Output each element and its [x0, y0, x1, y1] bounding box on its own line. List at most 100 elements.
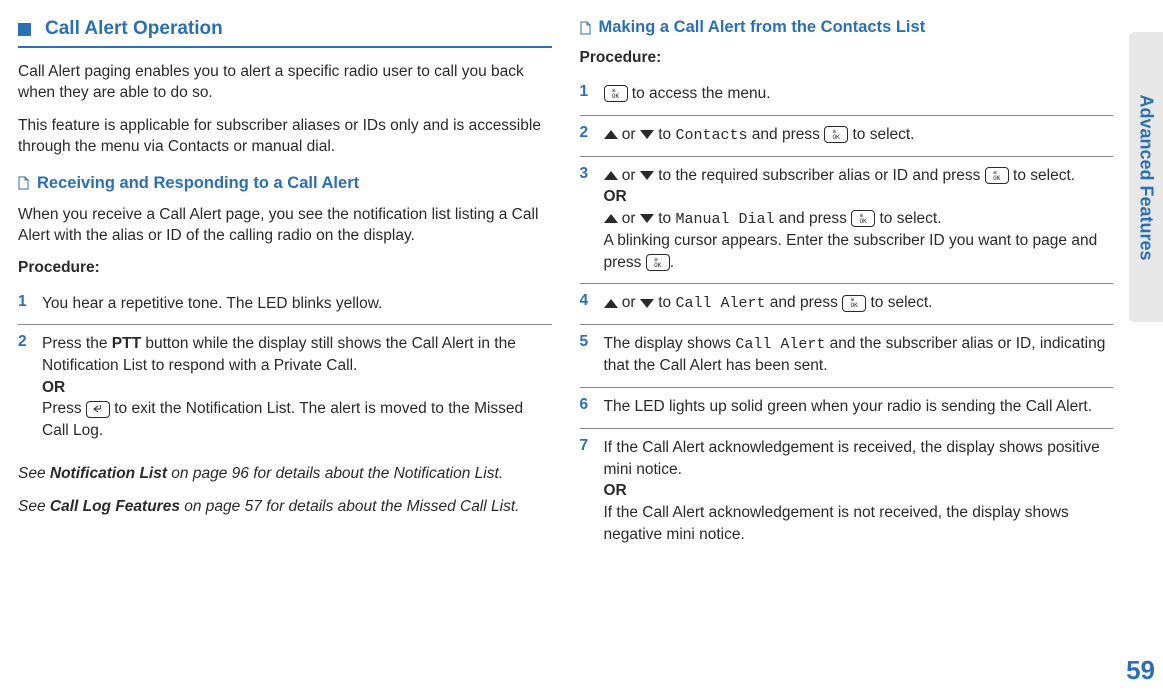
text-fragment: See — [18, 498, 50, 515]
procedure-step: 6 The LED lights up solid green when you… — [580, 388, 1114, 429]
text-fragment: See — [18, 465, 50, 482]
text-fragment: If the Call Alert acknowledgement is rec… — [604, 439, 1100, 478]
step-text: to access the menu. — [604, 83, 1114, 105]
procedure-step: 4 or to Call Alert and press to select. — [580, 284, 1114, 325]
procedure-step: 5 The display shows Call Alert and the s… — [580, 325, 1114, 388]
text-fragment: on page 57 for details about the Missed … — [180, 498, 519, 515]
menu-item-call-alert: Call Alert — [675, 295, 765, 312]
step-text: You hear a repetitive tone. The LED blin… — [42, 293, 552, 315]
text-fragment: to exit the Notification List. The alert… — [42, 400, 523, 439]
text-fragment: and press — [765, 294, 842, 311]
procedure-step: 2 Press the PTT button while the display… — [18, 325, 552, 451]
section-divider — [18, 46, 552, 48]
text-fragment: to the required subscriber alias or ID a… — [654, 167, 985, 184]
text-fragment: or — [618, 210, 640, 227]
ptt-label: PTT — [112, 335, 141, 352]
text-fragment: The display shows — [604, 335, 736, 352]
section-header-row: Call Alert Operation — [18, 18, 552, 40]
text-fragment: to select. — [848, 126, 914, 143]
procedure-step: 1 to access the menu. — [580, 75, 1114, 116]
up-arrow-icon — [604, 214, 618, 223]
ok-key-icon — [824, 126, 848, 143]
down-arrow-icon — [640, 130, 654, 139]
side-tab: Advanced Features — [1129, 32, 1163, 322]
step-number: 6 — [580, 396, 594, 418]
procedure-step: 7 If the Call Alert acknowledgement is r… — [580, 429, 1114, 555]
procedure-step: 1 You hear a repetitive tone. The LED bl… — [18, 285, 552, 326]
text-fragment: to select. — [866, 294, 932, 311]
text-fragment: on page 96 for details about the Notific… — [167, 465, 503, 482]
step-text: Press the PTT button while the display s… — [42, 333, 552, 441]
cross-reference-note: See Call Log Features on page 57 for det… — [18, 497, 552, 518]
text-fragment: to — [654, 294, 676, 311]
subsection-header-row: Receiving and Responding to a Call Alert — [18, 174, 552, 193]
text-fragment: to access the menu. — [628, 85, 771, 102]
text-fragment: to select. — [875, 210, 941, 227]
step-number: 3 — [580, 165, 594, 274]
step-text: or to the required subscriber alias or I… — [604, 165, 1114, 274]
page-content: Call Alert Operation Call Alert paging e… — [0, 0, 1163, 696]
step-number: 7 — [580, 437, 594, 545]
procedure-label: Procedure: — [580, 49, 1114, 67]
subsection-header-row: Making a Call Alert from the Contacts Li… — [580, 18, 1114, 37]
procedure-step: 2 or to Contacts and press to select. — [580, 116, 1114, 157]
procedure-step: 3 or to the required subscriber alias or… — [580, 157, 1114, 285]
ok-key-icon — [985, 167, 1009, 184]
step-number: 5 — [580, 333, 594, 377]
side-tab-label: Advanced Features — [1136, 94, 1157, 260]
step-number: 2 — [580, 124, 594, 146]
or-label: OR — [604, 482, 627, 499]
text-fragment: to select. — [1009, 167, 1075, 184]
reference-title: Notification List — [50, 465, 167, 482]
step-text: If the Call Alert acknowledgement is rec… — [604, 437, 1114, 545]
back-key-icon — [86, 401, 110, 418]
procedure-label: Procedure: — [18, 259, 552, 277]
intro-paragraph-1: Call Alert paging enables you to alert a… — [18, 62, 552, 104]
up-arrow-icon — [604, 171, 618, 180]
ok-key-icon — [851, 210, 875, 227]
step-number: 1 — [18, 293, 32, 315]
text-fragment: to — [654, 126, 676, 143]
display-text-call-alert: Call Alert — [735, 336, 825, 353]
text-fragment: Press — [42, 400, 86, 417]
or-label: OR — [604, 188, 627, 205]
up-arrow-icon — [604, 299, 618, 308]
step-number: 1 — [580, 83, 594, 105]
reference-title: Call Log Features — [50, 498, 180, 515]
page-number: 59 — [1126, 655, 1155, 686]
text-fragment: to — [654, 210, 676, 227]
up-arrow-icon — [604, 130, 618, 139]
step-number: 4 — [580, 292, 594, 314]
text-fragment: and press — [747, 126, 824, 143]
text-fragment: If the Call Alert acknowledgement is not… — [604, 504, 1069, 543]
menu-item-contacts: Contacts — [675, 127, 747, 144]
ok-key-icon — [842, 295, 866, 312]
section-title: Call Alert Operation — [45, 18, 223, 40]
menu-item-manual-dial: Manual Dial — [675, 211, 774, 228]
ok-key-icon — [646, 254, 670, 271]
step-text: The LED lights up solid green when your … — [604, 396, 1114, 418]
step-text: or to Contacts and press to select. — [604, 124, 1114, 146]
right-column: Making a Call Alert from the Contacts Li… — [580, 18, 1114, 678]
cross-reference-note: See Notification List on page 96 for det… — [18, 464, 552, 485]
left-column: Call Alert Operation Call Alert paging e… — [18, 18, 552, 678]
text-fragment: A blinking cursor appears. Enter the sub… — [604, 232, 1098, 271]
step-number: 2 — [18, 333, 32, 441]
down-arrow-icon — [640, 214, 654, 223]
text-fragment: or — [618, 167, 640, 184]
subsection-title: Making a Call Alert from the Contacts Li… — [599, 18, 926, 37]
ok-key-icon — [604, 85, 628, 102]
subsection-title: Receiving and Responding to a Call Alert — [37, 174, 359, 193]
step-text: or to Call Alert and press to select. — [604, 292, 1114, 314]
down-arrow-icon — [640, 299, 654, 308]
subsection-intro: When you receive a Call Alert page, you … — [18, 205, 552, 247]
section-bullet-icon — [18, 23, 31, 36]
text-fragment: or — [618, 294, 640, 311]
step-text: The display shows Call Alert and the sub… — [604, 333, 1114, 377]
intro-paragraph-2: This feature is applicable for subscribe… — [18, 116, 552, 158]
or-label: OR — [42, 379, 65, 396]
text-fragment: or — [618, 126, 640, 143]
text-fragment: . — [670, 254, 674, 271]
text-fragment: and press — [774, 210, 851, 227]
down-arrow-icon — [640, 171, 654, 180]
